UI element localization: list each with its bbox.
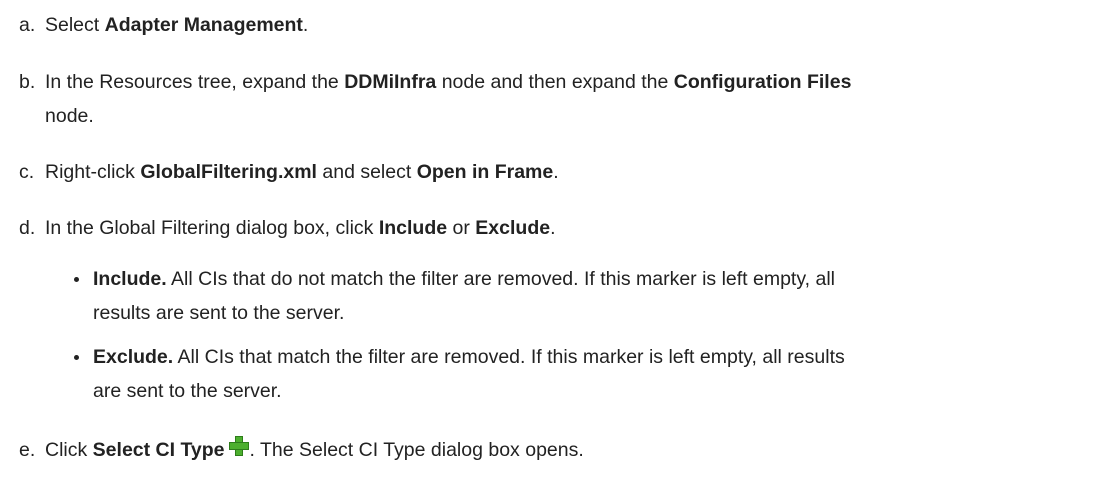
- bullet-dot: [74, 277, 79, 282]
- text-run: . The Select CI Type dialog box opens.: [249, 439, 584, 461]
- step-text: Click Select CI Type . The Select CI Type…: [45, 433, 584, 467]
- ui-term: Adapter Management: [104, 14, 303, 36]
- step-text: In the Global Filtering dialog box, clic…: [45, 211, 556, 245]
- bullet-term: Exclude.: [93, 346, 174, 368]
- text-run: Select: [45, 14, 105, 36]
- ui-term: GlobalFiltering.xml: [140, 161, 317, 183]
- step-letter: c.: [19, 161, 35, 183]
- text-run: .: [553, 161, 559, 183]
- ui-term: Exclude: [475, 217, 551, 239]
- step-letter: b.: [19, 71, 36, 93]
- bullet-term: Include.: [93, 268, 167, 290]
- ui-term: Open in Frame: [416, 161, 554, 183]
- text-run: In the Global Filtering dialog box, clic…: [45, 217, 379, 239]
- text-run: and select: [316, 161, 417, 183]
- text-run: .: [302, 14, 309, 36]
- step-letter: a.: [19, 14, 36, 36]
- step-b-continuation: node.: [45, 105, 94, 127]
- step-text: Right-click GlobalFiltering.xml and sele…: [45, 155, 559, 189]
- text-run: Click: [45, 439, 93, 461]
- ui-term: Select CI Type: [92, 439, 225, 461]
- bullet-exclude: Exclude. All CIs that match the filter a…: [93, 340, 845, 374]
- text-run: All CIs that do not match the filter are…: [166, 268, 836, 290]
- step-text: In the Resources tree, expand the DDMiIn…: [45, 65, 851, 99]
- step-letter: d.: [19, 217, 36, 239]
- text-run: or: [447, 217, 476, 239]
- step-text: Select Adapter Management.: [45, 8, 308, 42]
- ui-term: Include: [378, 217, 448, 239]
- bullet-dot: [74, 355, 79, 360]
- text-run: .: [550, 217, 556, 239]
- text-run: In the Resources tree, expand the: [45, 71, 345, 93]
- bullet-include-continuation: results are sent to the server.: [93, 302, 345, 324]
- bullet-include: Include. All CIs that do not match the f…: [93, 262, 835, 296]
- instructions-document: a. Select Adapter Management. b. In the …: [0, 0, 1115, 485]
- step-letter: e.: [19, 439, 36, 461]
- text-run: Right-click: [45, 161, 141, 183]
- bullet-exclude-continuation: are sent to the server.: [93, 380, 282, 402]
- text-run: node and then expand the: [436, 71, 674, 93]
- ui-term: Configuration Files: [673, 71, 852, 93]
- ui-term: DDMiInfra: [344, 71, 437, 93]
- text-run: All CIs that match the filter are remove…: [173, 346, 845, 368]
- green-plus-icon: [228, 435, 250, 457]
